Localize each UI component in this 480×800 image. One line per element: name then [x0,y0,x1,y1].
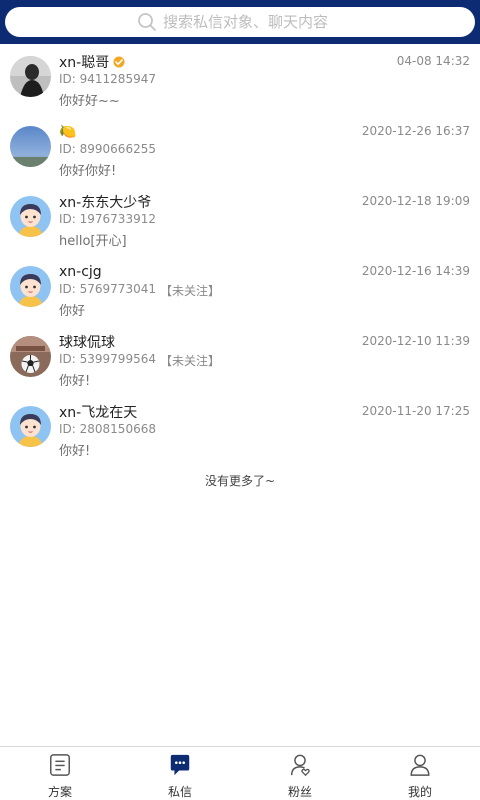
last-message: 你好! [59,444,91,459]
name-line: 🍋 [59,122,76,142]
conversation-list: xn-聪哥 04-08 14:32 ID: 9411285947 你好好~~ 🍋… [0,44,480,464]
follow-status-tag: 【未关注】 [159,354,220,368]
last-message: hello[开心] [59,234,127,249]
tab-fans[interactable]: 粉丝 [240,747,360,800]
follow-status-tag: 【未关注】 [159,284,220,298]
message-time: 2020-12-10 11:39 [361,334,470,348]
message-time: 2020-12-16 14:39 [361,264,470,278]
no-more-text: 没有更多了~ [204,474,276,488]
conversation-row[interactable]: xn-东东大少爷 2020-12-18 19:09 ID: 1976733912… [0,184,480,254]
name-line: xn-cjg [59,262,102,282]
avatar[interactable] [10,126,51,167]
contact-name: 🍋 [59,124,77,140]
avatar[interactable] [10,406,51,447]
photo-dark-icon [10,56,51,97]
search-icon [138,13,156,31]
message-time: 2020-11-20 17:25 [361,404,470,418]
last-message: 你好你好! [59,164,117,179]
last-message: 你好好~~ [59,94,120,109]
search-bar[interactable] [5,7,475,37]
tab-label: 我的 [407,785,432,799]
cartoon-boy-icon [10,406,51,447]
soccer-photo-icon [10,336,51,377]
chat-bubble-icon [170,754,190,776]
last-message: 你好! [59,374,91,389]
top-header [0,0,480,44]
contact-name: xn-飞龙在天 [59,405,138,421]
conversation-row[interactable]: 球球侃球 2020-12-10 11:39 ID: 5399799564 【未关… [0,324,480,394]
id-line: ID: 2808150668 [59,422,156,436]
conversation-row[interactable]: 🍋 2020-12-26 16:37 ID: 8990666255 你好你好! [0,114,480,184]
last-message: 你好 [59,304,86,319]
tab-mine[interactable]: 我的 [360,747,480,800]
cartoon-boy-icon [10,266,51,307]
verified-badge-icon [113,56,125,68]
tab-plan[interactable]: 方案 [0,747,120,800]
conversation-row[interactable]: xn-cjg 2020-12-16 14:39 ID: 5769773041 【… [0,254,480,324]
tab-messages[interactable]: 私信 [120,747,240,800]
contact-id: ID: 5769773041 [59,282,156,296]
tab-label: 私信 [167,785,192,799]
contact-id: ID: 2808150668 [59,422,156,436]
tab-label: 粉丝 [287,785,312,799]
name-line: xn-聪哥 [59,52,125,72]
contact-id: ID: 1976733912 [59,212,156,226]
fans-icon [290,754,310,777]
avatar[interactable] [10,266,51,307]
contact-id: ID: 9411285947 [59,72,156,86]
id-line: ID: 8990666255 [59,142,156,156]
conversation-row[interactable]: xn-飞龙在天 2020-11-20 17:25 ID: 2808150668 … [0,394,480,464]
conversation-row[interactable]: xn-聪哥 04-08 14:32 ID: 9411285947 你好好~~ [0,44,480,114]
avatar[interactable] [10,336,51,377]
message-time: 04-08 14:32 [396,54,470,68]
id-line: ID: 5769773041 【未关注】 [59,282,220,299]
contact-name: xn-聪哥 [59,55,110,71]
contact-name: xn-cjg [59,264,102,280]
tab-label: 方案 [47,785,72,799]
contact-id: ID: 5399799564 [59,352,156,366]
id-line: ID: 9411285947 [59,72,156,86]
message-time: 2020-12-26 16:37 [361,124,470,138]
message-time: 2020-12-18 19:09 [361,194,470,208]
id-line: ID: 5399799564 【未关注】 [59,352,220,369]
name-line: 球球侃球 [59,332,115,352]
contact-id: ID: 8990666255 [59,142,156,156]
search-input[interactable] [163,13,343,31]
document-icon [50,754,70,776]
avatar[interactable] [10,196,51,237]
bottom-tab-bar: 方案 私信 粉丝 我的 [0,746,480,800]
cartoon-boy-icon [10,196,51,237]
name-line: xn-飞龙在天 [59,402,137,422]
avatar[interactable] [10,56,51,97]
id-line: ID: 1976733912 [59,212,156,226]
sky-photo-icon [10,126,51,167]
name-line: xn-东东大少爷 [59,192,151,212]
contact-name: 球球侃球 [59,335,115,351]
contact-name: xn-东东大少爷 [59,195,152,211]
profile-icon [410,754,430,776]
